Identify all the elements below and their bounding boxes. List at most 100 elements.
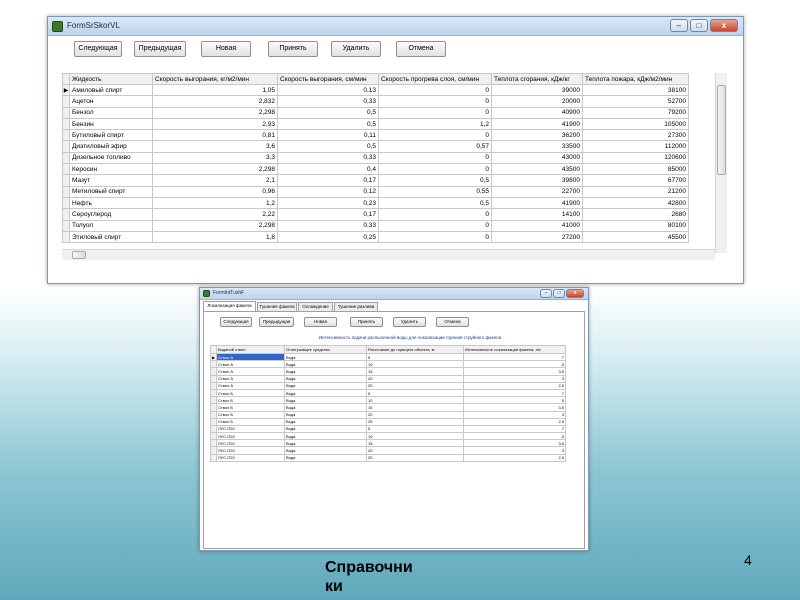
cell-nozzle[interactable]: Ствол Б	[216, 417, 285, 426]
cell-value[interactable]: 2680	[582, 208, 689, 221]
cell-nozzle[interactable]: Ствол Б	[216, 388, 285, 398]
cell-value[interactable]: 22700	[491, 185, 583, 198]
cell-agent[interactable]: Вода	[284, 367, 367, 376]
cell-value[interactable]: 20000	[491, 95, 583, 108]
cell-nozzle[interactable]: Ствол А	[216, 374, 285, 383]
cell-nozzle[interactable]: Ствол Б	[216, 403, 285, 412]
table-row[interactable]: Сероуглерод 2,22 0,17 0 14100 2680	[62, 208, 689, 221]
table-row[interactable]: Нефть 1,2 0,23 0,5 41900 42800	[62, 196, 689, 210]
cell-liquid-name[interactable]: Этиловый спирт	[69, 230, 153, 244]
cell-intensity[interactable]: 2,5	[463, 453, 566, 462]
cell-liquid-name[interactable]: Керосин	[69, 163, 153, 176]
cell-value[interactable]: 0	[378, 129, 492, 142]
previous-button[interactable]: Предыдущая	[259, 317, 294, 327]
cell-intensity[interactable]: 5	[463, 360, 566, 369]
cell-value[interactable]: 120600	[582, 151, 689, 165]
delete-button[interactable]: Удалить	[393, 317, 426, 327]
table-row[interactable]: Метиловый спирт 0,96 0,12 0,55 22700 21200	[62, 185, 689, 198]
cell-intensity[interactable]: 2,5	[463, 417, 566, 426]
cell-distance[interactable]: 15	[366, 403, 464, 412]
cell-agent[interactable]: Вода	[284, 374, 367, 383]
cell-distance[interactable]: 25	[366, 381, 464, 390]
cell-value[interactable]: 80100	[582, 219, 689, 232]
cell-value[interactable]: 0,5	[277, 140, 379, 153]
table-row[interactable]: Ствол Б Вода 25 2,5	[210, 417, 566, 426]
cell-value[interactable]: 39800	[491, 174, 583, 187]
row-indicator[interactable]	[62, 208, 70, 221]
cell-value[interactable]: 0,57	[378, 140, 492, 153]
cell-distance[interactable]: 20	[366, 410, 464, 419]
row-indicator[interactable]	[62, 185, 70, 198]
cell-value[interactable]: 0	[378, 83, 492, 97]
table-row[interactable]: ЛУС-П20 Вода 10 5	[210, 432, 566, 441]
cell-value[interactable]: 0,5	[378, 174, 492, 187]
cell-nozzle[interactable]: Ствол А	[216, 381, 285, 390]
cell-distance[interactable]: 5	[366, 424, 464, 434]
cell-nozzle[interactable]: Ствол А	[216, 360, 285, 369]
cell-nozzle[interactable]: ЛУС-П20	[216, 446, 285, 455]
cell-liquid-name[interactable]: Амиловый спирт	[69, 83, 153, 97]
cell-value[interactable]: 3,3	[152, 151, 278, 165]
new-button[interactable]: Новая	[304, 317, 337, 327]
next-button[interactable]: Следующая	[74, 41, 122, 57]
row-indicator[interactable]	[62, 196, 70, 210]
table-row[interactable]: ЛУС-П20 Вода 25 2,5	[210, 453, 566, 462]
table-row[interactable]: ЛУС-П20 Вода 5 7	[210, 424, 566, 434]
column-header-liquid[interactable]: Жидкость	[69, 73, 153, 85]
cell-value[interactable]: 38100	[582, 83, 689, 97]
cell-value[interactable]: 1,05	[152, 83, 278, 97]
cell-value[interactable]: 3,6	[152, 140, 278, 153]
column-header-heating-rate[interactable]: Скорость прогрева слоя, см/мин	[378, 73, 492, 85]
column-header-burn-rate-linear[interactable]: Скорость выгорания, см/мин	[277, 73, 379, 85]
column-header-agent[interactable]: Огнетушащее средство	[284, 345, 367, 354]
cell-agent[interactable]: Вода	[284, 403, 367, 412]
table-row[interactable]: Ствол А Вода 25 2,5	[210, 381, 566, 390]
tab-jet-extinguishing[interactable]: Тушение факела	[257, 302, 297, 311]
cell-intensity[interactable]: 7	[463, 352, 566, 362]
maximize-button[interactable]: □	[690, 19, 708, 32]
table-row[interactable]: Ствол Б Вода 5 7	[210, 388, 566, 398]
table-row[interactable]: Ствол А Вода 20 3	[210, 374, 566, 383]
cell-agent[interactable]: Вода	[284, 453, 367, 462]
tab-spill-extinguishing[interactable]: Тушение разлива	[334, 302, 378, 311]
table-row[interactable]: Ствол Б Вода 10 5	[210, 396, 566, 405]
accept-button[interactable]: Принять	[350, 317, 383, 327]
cell-distance[interactable]: 15	[366, 439, 464, 448]
cell-distance[interactable]: 20	[366, 374, 464, 383]
cell-value[interactable]: 0	[378, 151, 492, 165]
column-header-heat-of-combustion[interactable]: Теплота сгорания, кДж/кг	[491, 73, 583, 85]
table-row[interactable]: ЛУС-П20 Вода 20 3	[210, 446, 566, 455]
table-row[interactable]: Ствол Б Вода 15 3,5	[210, 403, 566, 412]
cell-value[interactable]: 0,25	[277, 230, 379, 244]
column-header-intensity[interactable]: Интенсивность локализации факела, л/с	[463, 345, 566, 354]
row-indicator[interactable]	[62, 95, 70, 108]
previous-button[interactable]: Предыдущая	[134, 41, 186, 57]
cell-distance[interactable]: 25	[366, 417, 464, 426]
cell-value[interactable]: 45500	[582, 230, 689, 244]
cell-value[interactable]: 43000	[491, 151, 583, 165]
column-header-burn-rate-mass[interactable]: Скорость выгорания, кг/м2/мин	[152, 73, 278, 85]
cell-value[interactable]: 0,55	[378, 185, 492, 198]
cell-value[interactable]: 0	[378, 163, 492, 176]
row-indicator[interactable]	[62, 230, 70, 244]
accept-button[interactable]: Принять	[268, 41, 318, 57]
row-indicator[interactable]	[62, 219, 70, 232]
cell-value[interactable]: 2,22	[152, 208, 278, 221]
vertical-scrollbar[interactable]	[715, 73, 727, 253]
cell-agent[interactable]: Вода	[284, 424, 367, 434]
table-row[interactable]: Мазут 2,1 0,17 0,5 39800 67700	[62, 174, 689, 187]
cell-agent[interactable]: Вода	[284, 410, 367, 419]
row-indicator[interactable]	[62, 140, 70, 153]
tab-jet-localization[interactable]: Локализация факела	[203, 301, 256, 311]
vertical-scroll-thumb[interactable]	[717, 85, 726, 175]
cell-distance[interactable]: 5	[366, 388, 464, 398]
cell-value[interactable]: 21200	[582, 185, 689, 198]
cell-value[interactable]: 2,298	[152, 219, 278, 232]
cell-value[interactable]: 105000	[582, 117, 689, 131]
cell-liquid-name[interactable]: Нефть	[69, 196, 153, 210]
table-row[interactable]: Бутиловый спирт 0,81 0,11 0 36200 27300	[62, 129, 689, 142]
cell-nozzle[interactable]: Ствол Б	[216, 396, 285, 405]
cell-nozzle[interactable]: Ствол А	[216, 352, 285, 362]
cell-agent[interactable]: Вода	[284, 432, 367, 441]
table-row[interactable]: ▶ Ствол А Вода 5 7	[210, 352, 566, 362]
